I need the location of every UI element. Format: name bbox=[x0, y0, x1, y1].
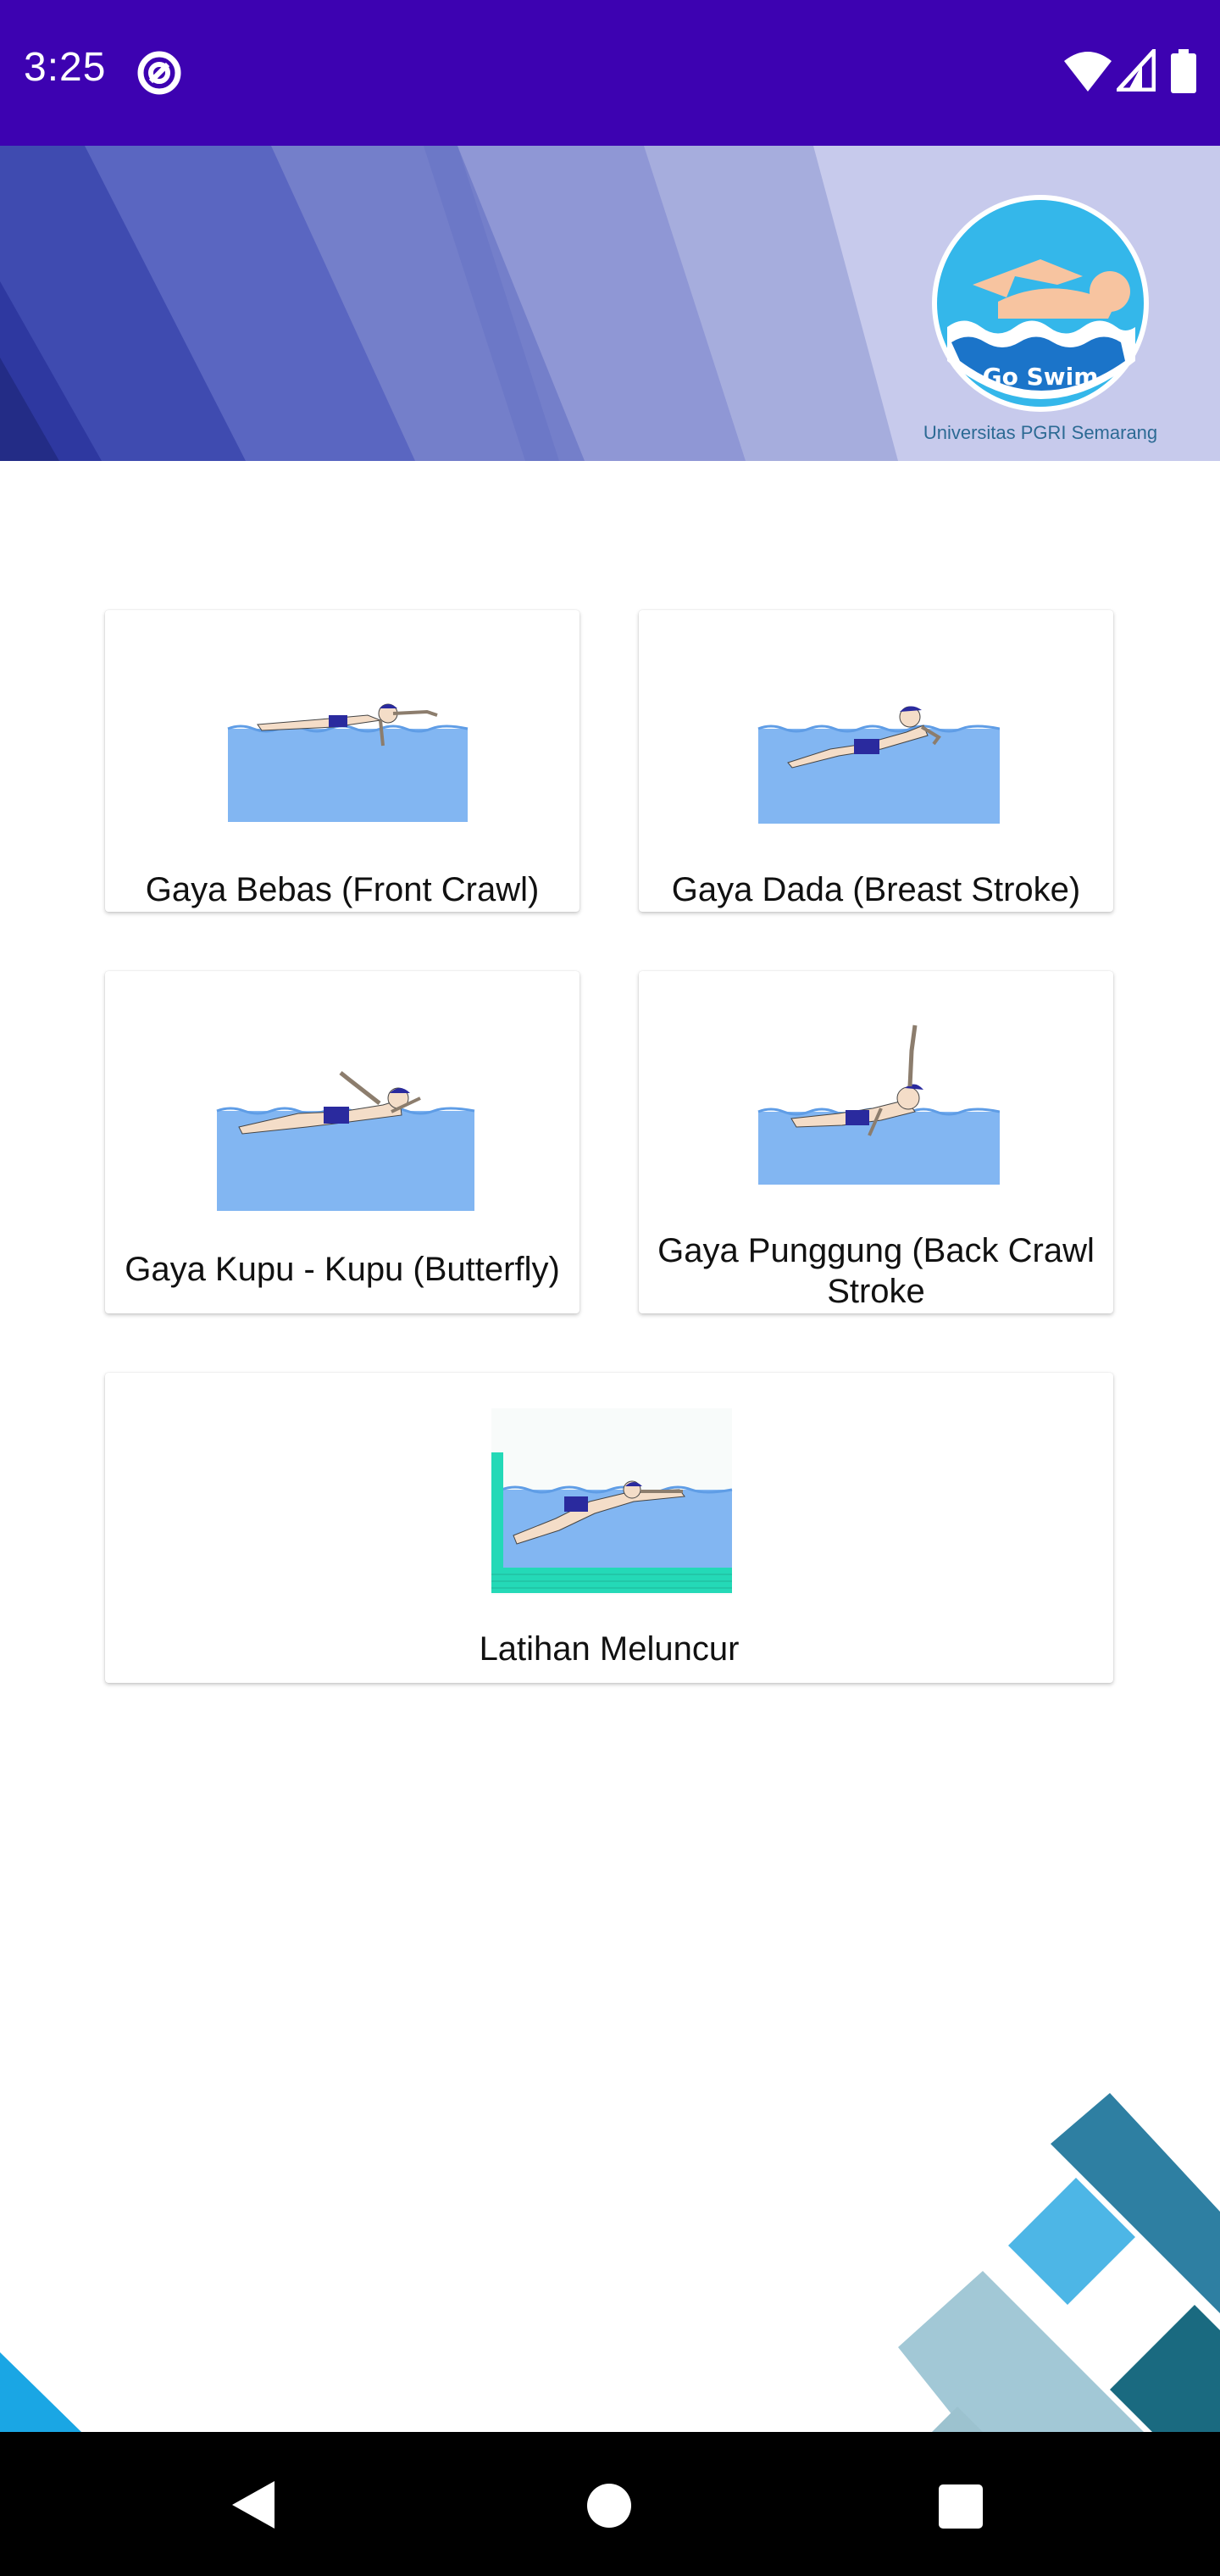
do-not-disturb-icon bbox=[137, 51, 181, 95]
menu-card-front-crawl[interactable]: Gaya Bebas (Front Crawl) bbox=[105, 610, 580, 912]
menu-card-breast-stroke[interactable]: Gaya Dada (Breast Stroke) bbox=[639, 610, 1113, 912]
back-icon[interactable] bbox=[230, 2479, 276, 2530]
breast-stroke-swimmer-illustration bbox=[757, 706, 1000, 824]
logo-name: Go Swim bbox=[983, 363, 1099, 391]
menu-card-label: Gaya Kupu - Kupu (Butterfly) bbox=[125, 1251, 560, 1288]
menu-card-label: Gaya Bebas (Front Crawl) bbox=[145, 871, 540, 908]
recents-icon[interactable] bbox=[939, 2484, 983, 2529]
gliding-swimmer-illustration bbox=[491, 1408, 733, 1595]
back-crawl-swimmer-illustration bbox=[757, 1024, 1000, 1185]
decorative-diamonds bbox=[898, 2093, 1220, 2432]
home-icon[interactable] bbox=[586, 2483, 632, 2529]
menu-card-gliding[interactable]: Latihan Meluncur bbox=[105, 1373, 1113, 1683]
front-crawl-swimmer-illustration bbox=[227, 703, 469, 822]
wifi-icon bbox=[1064, 52, 1112, 92]
menu-card-back-crawl[interactable]: Gaya Punggung (Back Crawl Stroke bbox=[639, 971, 1113, 1313]
butterfly-swimmer-illustration bbox=[216, 1071, 475, 1211]
app-logo: Go Swim Universitas PGRI Semarang bbox=[913, 192, 1167, 454]
decorative-triangle bbox=[0, 2352, 81, 2432]
menu-card-label: Gaya Dada (Breast Stroke) bbox=[671, 871, 1081, 908]
header-banner: Go Swim Universitas PGRI Semarang bbox=[0, 146, 1220, 461]
logo-caption: Universitas PGRI Semarang bbox=[923, 422, 1158, 443]
menu-card-label: Gaya Punggung (Back Crawl Stroke bbox=[657, 1232, 1095, 1310]
menu-card-butterfly[interactable]: Gaya Kupu - Kupu (Butterfly) bbox=[105, 971, 580, 1313]
go-swim-logo-icon: Go Swim bbox=[932, 195, 1149, 412]
battery-icon bbox=[1171, 49, 1196, 93]
status-bar: 3:25 bbox=[0, 0, 1220, 146]
signal-icon bbox=[1117, 49, 1156, 92]
menu-card-label: Latihan Meluncur bbox=[479, 1630, 740, 1668]
status-time: 3:25 bbox=[24, 45, 107, 90]
